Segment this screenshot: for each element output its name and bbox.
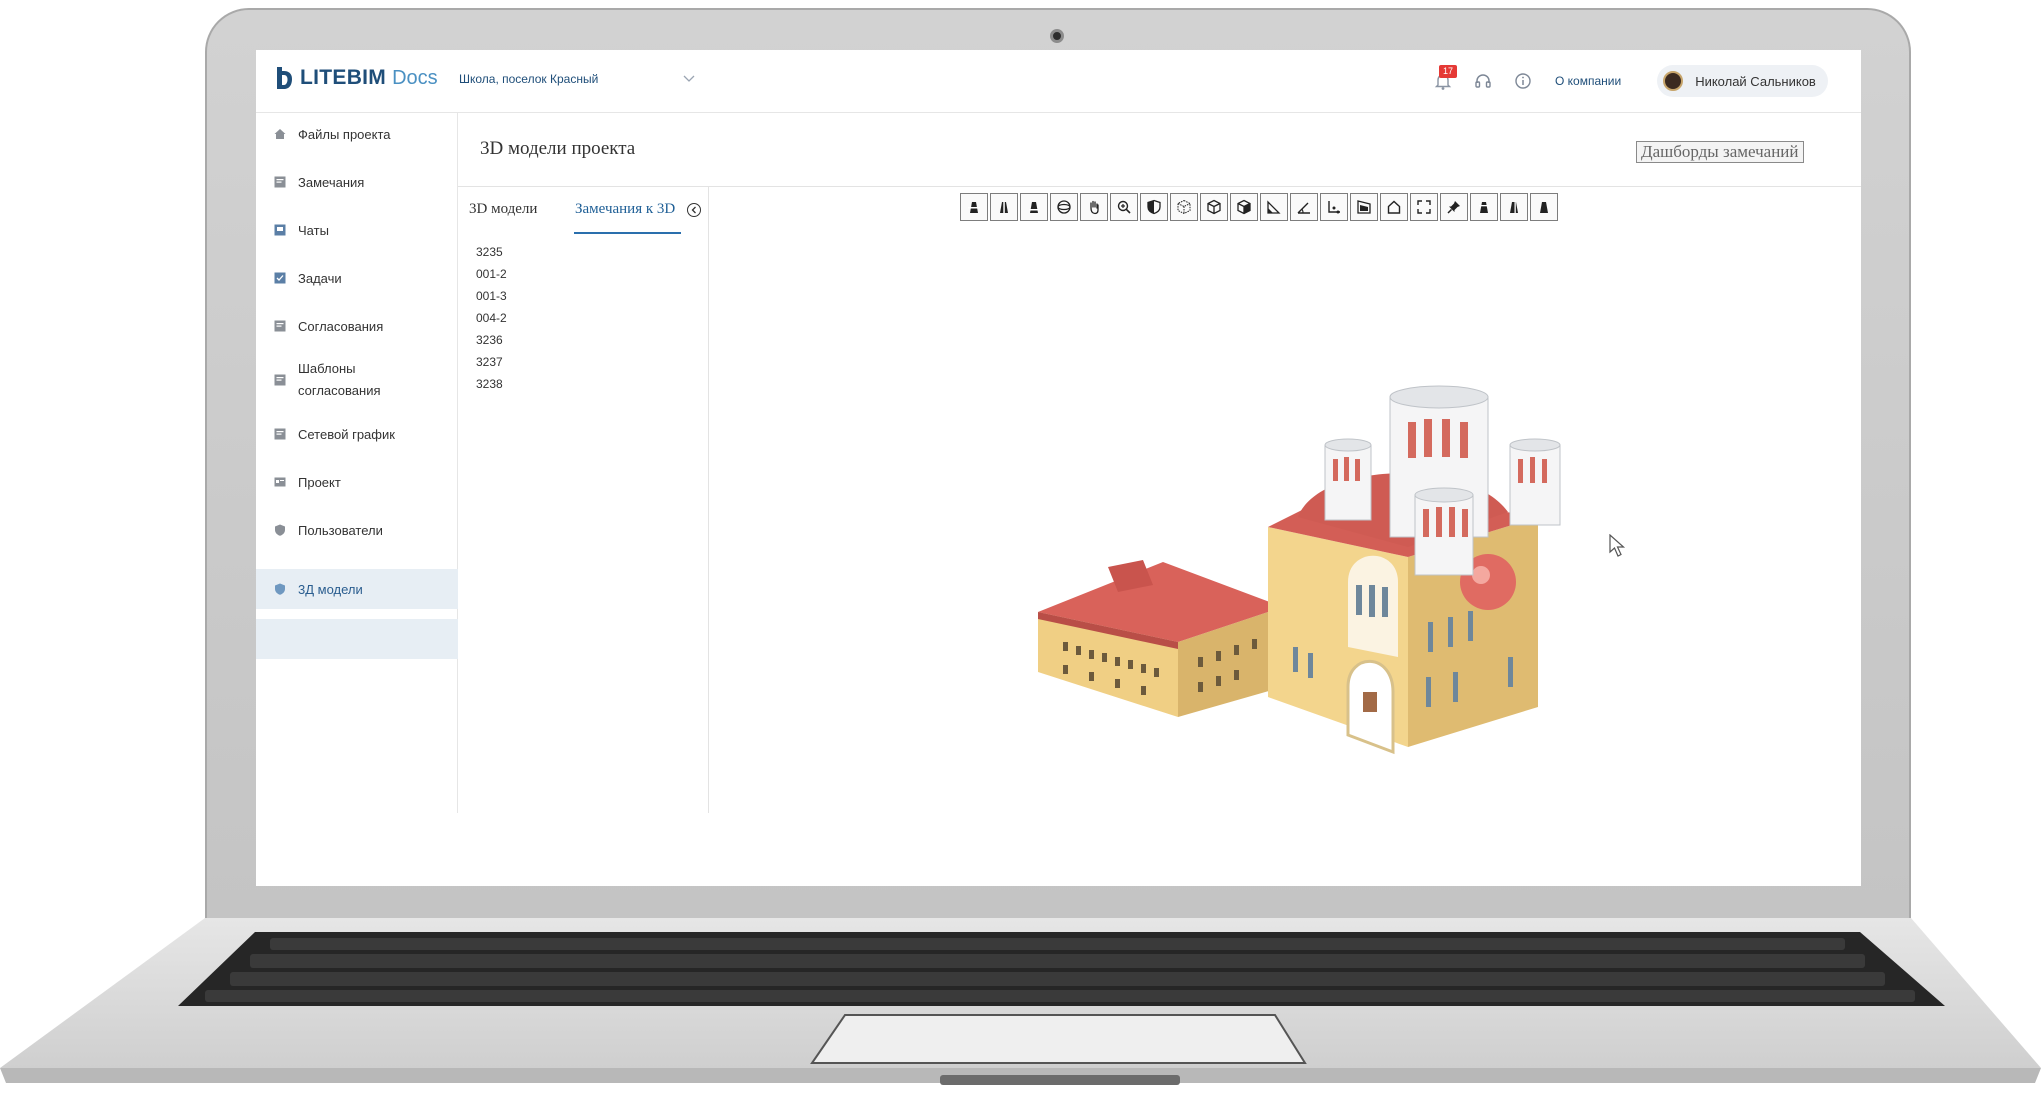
logo-icon xyxy=(277,67,292,89)
home-icon xyxy=(274,129,286,139)
3d-viewer[interactable] xyxy=(708,187,1861,813)
sidebar-item-approval-templates[interactable]: Шаблоны согласования xyxy=(256,353,458,407)
sidebar: Файлы проекта Замечания Чаты Задачи Согл… xyxy=(256,113,458,813)
sidebar-item-label: Пользователи xyxy=(298,522,383,538)
sidebar-item-label: Согласования xyxy=(298,318,384,334)
info-icon xyxy=(1515,73,1531,89)
document-icon xyxy=(274,374,286,386)
id-card-icon xyxy=(274,477,286,487)
sidebar-item-chats[interactable]: Чаты xyxy=(256,209,458,251)
avatar xyxy=(1663,71,1684,91)
list-item[interactable]: 3236 xyxy=(476,329,507,351)
mouse-cursor-icon xyxy=(1609,534,1626,557)
task-icon xyxy=(274,272,286,284)
sidebar-item-label: Задачи xyxy=(298,270,342,286)
tab-3d-remarks[interactable]: Замечания к 3D xyxy=(575,201,675,218)
tab-3d-models[interactable]: 3D модели xyxy=(469,201,537,218)
sidebar-item-schedule[interactable]: Сетевой график xyxy=(256,413,458,455)
list-item[interactable]: 004-2 xyxy=(476,307,507,329)
list-item[interactable]: 3238 xyxy=(476,373,507,395)
list-item[interactable]: 3235 xyxy=(476,241,507,263)
shield-icon xyxy=(275,583,285,595)
headphones-icon xyxy=(1475,74,1491,88)
app-screen: LITEBIM Docs Школа, поселок Красный 17 О… xyxy=(256,50,1861,886)
sidebar-item-label: Чаты xyxy=(298,222,329,238)
models-panel: 3D модели Замечания к 3D 3235 001-2 001-… xyxy=(458,187,709,813)
sidebar-item-remarks[interactable]: Замечания xyxy=(256,161,458,203)
list-item[interactable]: 001-3 xyxy=(476,285,507,307)
active-tab-indicator xyxy=(574,232,681,234)
list-item[interactable]: 3237 xyxy=(476,351,507,373)
user-menu[interactable]: Николай Сальников xyxy=(1657,65,1828,97)
sidebar-item-label: Файлы проекта xyxy=(298,126,391,142)
webcam xyxy=(1050,29,1064,43)
sidebar-item-label: Проект xyxy=(298,474,341,490)
logo-text: LITEBIM xyxy=(300,66,387,89)
logo-suffix: Docs xyxy=(392,66,438,89)
chevron-down-icon xyxy=(683,71,695,86)
dashboard-button[interactable]: Дашборды замечаний xyxy=(1636,141,1804,163)
sidebar-item-files[interactable]: Файлы проекта xyxy=(256,113,458,155)
3d-building-model[interactable] xyxy=(708,187,1861,813)
top-bar: LITEBIM Docs Школа, поселок Красный 17 О… xyxy=(256,50,1861,113)
info-button[interactable] xyxy=(1513,71,1533,91)
page-title: 3D модели проекта xyxy=(480,138,636,159)
chat-icon xyxy=(274,224,286,236)
support-button[interactable] xyxy=(1473,71,1493,91)
sidebar-item-project[interactable]: Проект xyxy=(256,461,458,503)
sidebar-item-label: Сетевой график xyxy=(298,426,395,442)
chevron-left-icon xyxy=(691,206,696,214)
sidebar-item-tasks[interactable]: Задачи xyxy=(256,257,458,299)
model-list: 3235 001-2 001-3 004-2 3236 3237 3238 xyxy=(476,241,507,395)
sidebar-item-label: Шаблоны согласования xyxy=(298,361,381,398)
document-icon xyxy=(274,176,286,188)
list-item[interactable]: 001-2 xyxy=(476,263,507,285)
sidebar-item-approvals[interactable]: Согласования xyxy=(256,305,458,347)
sidebar-item-3d-models[interactable] xyxy=(256,619,458,659)
laptop-base xyxy=(0,918,2041,1093)
user-name: Николай Сальников xyxy=(1695,73,1816,89)
logo[interactable]: LITEBIM Docs xyxy=(274,65,438,91)
sidebar-item-label: Замечания xyxy=(298,174,365,190)
collapse-panel-button[interactable] xyxy=(687,203,701,217)
main-content: 3D модели проекта Дашборды замечаний 3D … xyxy=(458,113,1861,813)
notifications-badge: 17 xyxy=(1439,65,1457,78)
sidebar-item-3d-models[interactable]: 3Д модели xyxy=(256,569,458,609)
shield-icon xyxy=(275,524,285,536)
notifications-button[interactable]: 17 xyxy=(1433,65,1457,91)
sidebar-item-users[interactable]: Пользователи xyxy=(256,509,458,551)
document-icon xyxy=(274,320,286,332)
sidebar-item-label: 3Д модели xyxy=(298,581,363,597)
project-select[interactable]: Школа, поселок Красный xyxy=(459,72,695,92)
document-icon xyxy=(274,428,286,440)
project-select-value: Школа, поселок Красный xyxy=(459,72,599,86)
about-company-link[interactable]: О компании xyxy=(1555,74,1621,88)
